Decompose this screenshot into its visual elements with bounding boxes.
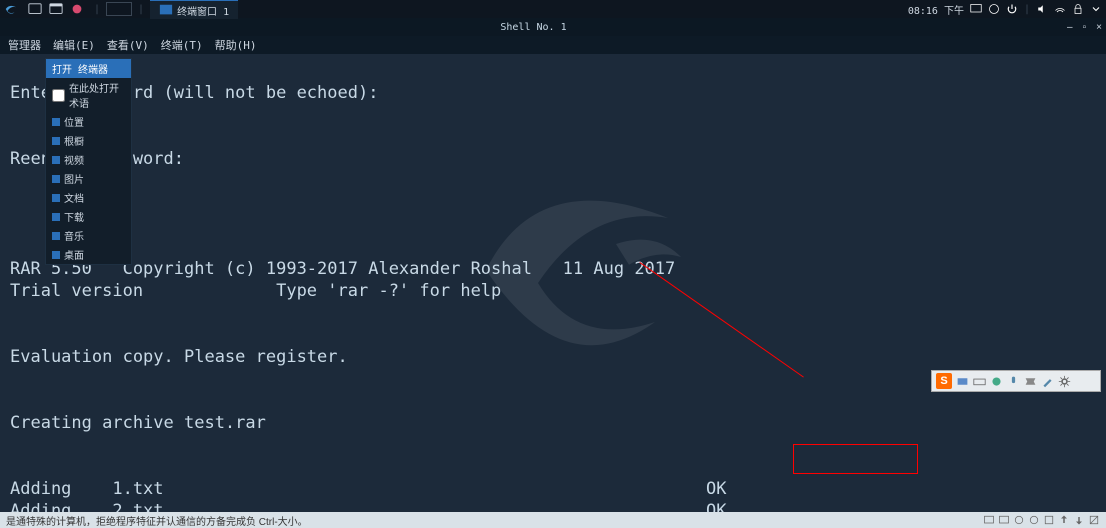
folder-icon — [52, 213, 60, 221]
window-title-bar[interactable]: Shell No. 1 – ▫ × — [0, 18, 1106, 36]
terminal-line: Trial version Type 'rar -?' for help — [10, 281, 501, 301]
kali-logo-icon[interactable] — [4, 2, 18, 16]
terminal-line: Evaluation copy. Please register. — [10, 347, 348, 367]
record-icon[interactable] — [70, 2, 84, 16]
status-icon[interactable] — [983, 514, 995, 526]
network-icon[interactable] — [1054, 3, 1066, 15]
terminal-output[interactable]: Enter password (will not be echoed): Ree… — [0, 54, 1106, 516]
places-dropdown: 打开 终端器 在此处打开术语 位置 根橱 视频 图片 文档 下载 音乐 桌面 — [45, 58, 132, 265]
folder-icon — [52, 156, 60, 164]
keyboard-icon[interactable] — [973, 375, 986, 388]
dropdown-item[interactable]: 音乐 — [46, 226, 131, 245]
status-text: 是通特殊的计算机，拒绝程序特征并认通信的方备完成负 Ctrl-大小。 — [6, 513, 308, 528]
host-status-bar: 是通特殊的计算机，拒绝程序特征并认通信的方备完成负 Ctrl-大小。 — [0, 512, 1106, 528]
status-icon[interactable] — [1073, 514, 1085, 526]
dropdown-item[interactable]: 文档 — [46, 188, 131, 207]
folder-icon — [52, 251, 60, 259]
maximize-button[interactable]: ▫ — [1083, 22, 1087, 33]
menu-view[interactable]: 查看(V) — [107, 37, 149, 53]
status-icon[interactable] — [998, 514, 1010, 526]
status-icon[interactable] — [1088, 514, 1100, 526]
dropdown-item[interactable]: 桌面 — [46, 245, 131, 264]
lock-icon[interactable] — [1072, 3, 1084, 15]
app-icon[interactable] — [49, 2, 63, 16]
status-icon[interactable] — [1043, 514, 1055, 526]
system-top-panel: | | 终端窗口 1 08:16 下午 | — [0, 0, 1106, 18]
folder-icon — [52, 137, 60, 145]
window-title: Shell No. 1 — [500, 22, 566, 33]
dropdown-item[interactable]: 视频 — [46, 150, 131, 169]
folder-icon — [52, 118, 60, 126]
dropdown-item[interactable]: 下载 — [46, 207, 131, 226]
status-icon[interactable] — [1058, 514, 1070, 526]
menu-edit[interactable]: 编辑(E) — [53, 37, 95, 53]
terminal-line: Adding 1.txt OK — [10, 479, 737, 499]
minimize-button[interactable]: – — [1067, 22, 1073, 33]
dropdown-item[interactable]: 根橱 — [46, 131, 131, 150]
menu-icon[interactable] — [1090, 3, 1102, 15]
notify-icon[interactable] — [988, 3, 1000, 15]
terminal-line: Creating archive test.rar — [10, 413, 266, 433]
system-tray: 08:16 下午 | — [908, 2, 1102, 17]
folder-icon — [52, 232, 60, 240]
tool-icon[interactable] — [1041, 375, 1054, 388]
folder-icon — [52, 194, 60, 202]
power-icon[interactable] — [1006, 3, 1018, 15]
app-icon[interactable] — [28, 2, 42, 16]
terminal-menubar: 管理器 编辑(E) 查看(V) 终端(T) 帮助(H) — [0, 36, 1106, 54]
status-icons — [983, 514, 1100, 526]
pin-icon[interactable] — [990, 375, 1003, 388]
quick-launch[interactable] — [28, 2, 88, 16]
volume-icon[interactable] — [1036, 3, 1048, 15]
close-button[interactable]: × — [1096, 22, 1102, 33]
display-icon[interactable] — [970, 3, 982, 15]
menu-help[interactable]: 帮助(H) — [215, 37, 257, 53]
menu-terminal[interactable]: 终端(T) — [161, 37, 203, 53]
tray-time: 08:16 下午 — [908, 2, 964, 17]
status-icon[interactable] — [1028, 514, 1040, 526]
dropdown-header[interactable]: 打开 终端器 — [46, 59, 131, 78]
status-icon[interactable] — [1013, 514, 1025, 526]
gear-icon[interactable] — [1058, 375, 1071, 388]
skin-icon[interactable] — [1024, 375, 1037, 388]
dropdown-item[interactable]: 图片 — [46, 169, 131, 188]
sogou-icon[interactable]: S — [936, 373, 952, 389]
workspace-switcher[interactable] — [106, 2, 132, 16]
dropdown-sub[interactable]: 在此处打开术语 — [46, 78, 131, 112]
paint-icon[interactable] — [956, 375, 969, 388]
dropdown-item[interactable]: 位置 — [46, 112, 131, 131]
ime-floating-toolbar[interactable]: S — [931, 370, 1101, 392]
window-controls: – ▫ × — [1063, 22, 1102, 33]
folder-icon — [52, 175, 60, 183]
mic-icon[interactable] — [1007, 375, 1020, 388]
menu-file[interactable]: 管理器 — [8, 37, 41, 53]
taskbar-app[interactable]: 终端窗口 1 — [150, 0, 238, 19]
annotation-highlight-box — [793, 444, 918, 474]
